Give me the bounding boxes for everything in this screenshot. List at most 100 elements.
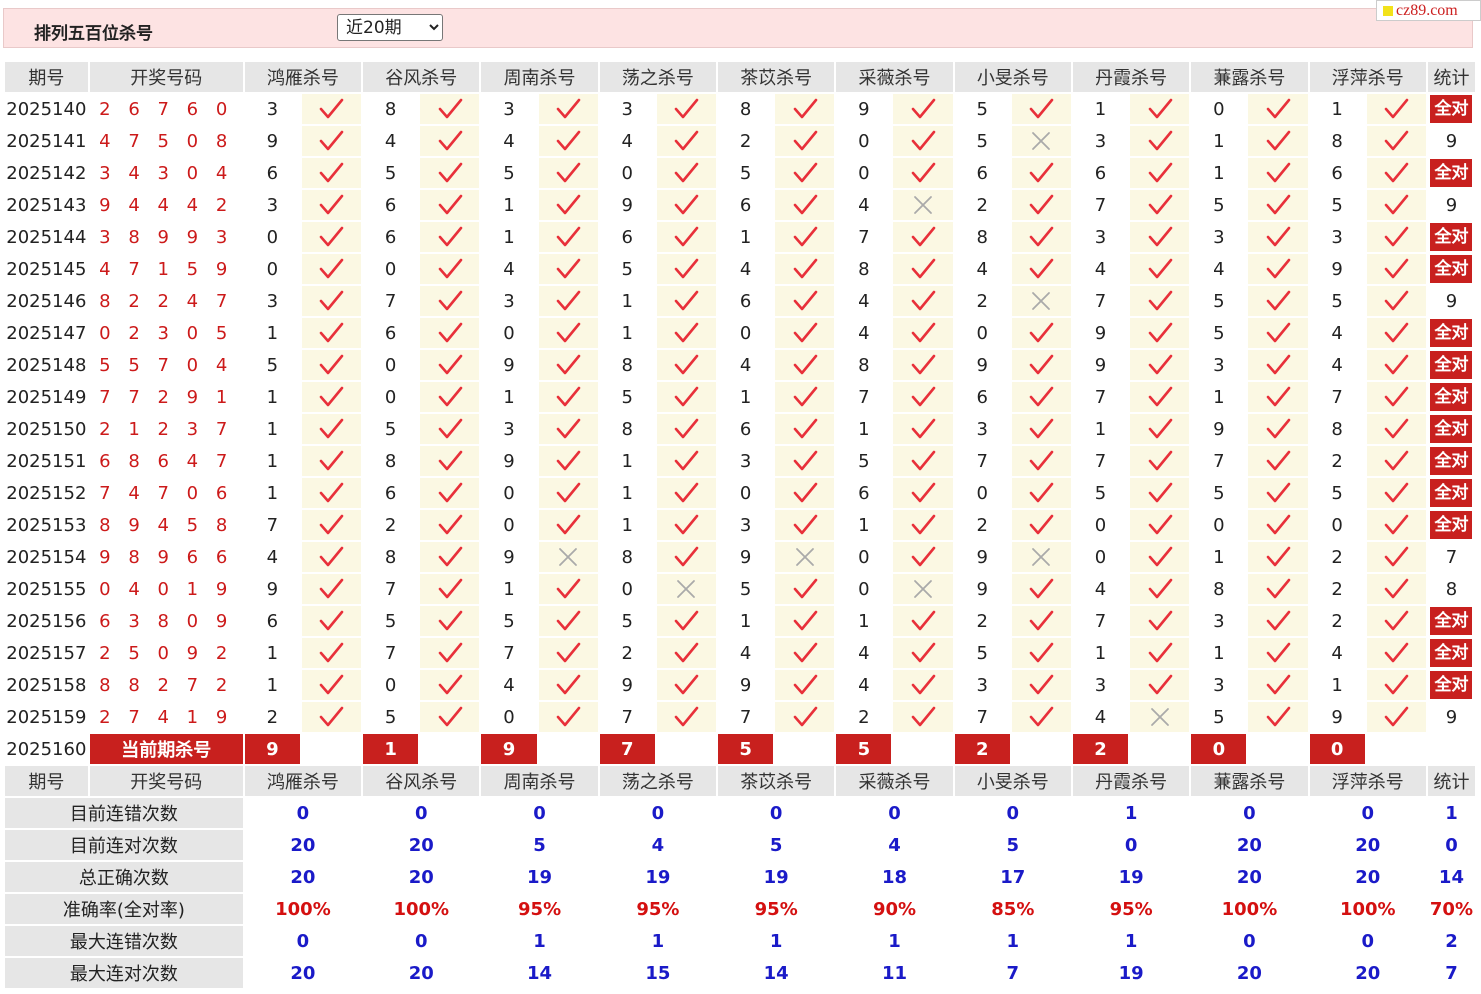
col-header-expert[interactable]: 鸿雁杀号 — [244, 62, 362, 92]
kill-number-cell: 0 — [954, 478, 1010, 508]
col-header-expert[interactable]: 小旻杀号 — [954, 766, 1071, 796]
table-row: 2025159 2 7 4 1 925077274599 — [5, 702, 1475, 732]
check-icon — [910, 514, 936, 535]
result-cell — [538, 190, 598, 220]
col-header-expert[interactable]: 周南杀号 — [481, 62, 598, 92]
kill-number-cell: 3 — [1309, 222, 1365, 252]
kill-number-table: 期号 开奖号码 鸿雁杀号 谷风杀号 周南杀号 荡之杀号 茶苡杀号 采薇杀号 小旻杀号 丹霞杀号 蒹露… — [3, 60, 1477, 990]
check-icon — [1265, 610, 1291, 631]
current-kill-number: 0 — [1309, 734, 1365, 764]
check-icon — [910, 674, 936, 695]
result-cell — [1366, 222, 1426, 252]
check-icon — [1147, 98, 1173, 119]
result-cell — [420, 478, 480, 508]
kill-number-cell: 5 — [1191, 286, 1247, 316]
kill-number-cell: 1 — [599, 478, 655, 508]
result-cell — [1248, 222, 1308, 252]
check-icon — [1265, 194, 1291, 215]
result-cell — [656, 254, 717, 284]
col-header-expert[interactable]: 浮萍杀号 — [1309, 766, 1426, 796]
col-header-expert[interactable]: 茶苡杀号 — [718, 62, 835, 92]
period-cell: 2025144 — [5, 222, 88, 252]
kill-number-cell: 7 — [1072, 190, 1129, 220]
kill-number-cell: 4 — [363, 126, 419, 156]
col-header-expert[interactable]: 丹霞杀号 — [1072, 766, 1190, 796]
result-cell — [538, 286, 598, 316]
kill-number-cell: 1 — [599, 318, 655, 348]
result-cell — [775, 670, 835, 700]
check-icon — [1383, 258, 1409, 279]
stat-count: 7 — [1445, 546, 1458, 568]
table-row: 2025146 8 2 2 4 737316427559 — [5, 286, 1475, 316]
kill-number-cell: 8 — [1309, 414, 1365, 444]
result-cell — [1248, 126, 1308, 156]
col-header-expert[interactable]: 荡之杀号 — [599, 766, 717, 796]
col-header-expert[interactable]: 茶苡杀号 — [718, 766, 835, 796]
result-cell — [1366, 94, 1426, 124]
check-icon — [1383, 162, 1409, 183]
result-cell — [1366, 542, 1426, 572]
kill-number-cell: 4 — [244, 542, 300, 572]
kill-number-cell: 0 — [599, 574, 655, 604]
kill-number-cell: 0 — [1191, 510, 1247, 540]
col-header-expert[interactable]: 谷风杀号 — [363, 62, 480, 92]
kill-number-cell: 1 — [481, 222, 537, 252]
kill-number-cell: 5 — [1191, 702, 1247, 732]
table-row: 2025144 3 8 9 9 3 0 6 1 6 1 7 8 3 3 3 全对 — [5, 222, 1475, 252]
col-header-expert[interactable]: 蒹露杀号 — [1191, 766, 1308, 796]
kill-number-cell: 1 — [718, 222, 774, 252]
check-icon — [1265, 258, 1291, 279]
col-header-expert[interactable]: 浮萍杀号 — [1309, 62, 1426, 92]
check-icon — [1028, 674, 1054, 695]
table-row: 2025156 6 3 8 0 9 6 5 5 5 1 1 2 7 3 2 全对 — [5, 606, 1475, 636]
col-header-expert[interactable]: 蒹露杀号 — [1191, 62, 1308, 92]
kill-number-cell: 5 — [363, 702, 419, 732]
result-cell — [893, 382, 953, 412]
kill-number-cell: 9 — [718, 542, 774, 572]
stat-cell: 7 — [1427, 542, 1475, 572]
col-header-expert[interactable]: 周南杀号 — [481, 766, 598, 796]
draw-number-cell: 9 8 9 6 6 — [89, 542, 243, 572]
result-cell — [893, 638, 953, 668]
summary-value: 100% — [1309, 894, 1426, 924]
kill-number-cell: 9 — [1309, 702, 1365, 732]
result-cell — [1248, 158, 1308, 188]
col-header-expert[interactable]: 鸿雁杀号 — [244, 766, 362, 796]
col-header-expert[interactable]: 采薇杀号 — [836, 62, 953, 92]
period-cell: 2025141 — [5, 126, 88, 156]
check-icon — [1147, 418, 1173, 439]
draw-number-cell: 9 4 4 4 2 — [89, 190, 243, 220]
col-header-expert[interactable]: 荡之杀号 — [599, 62, 717, 92]
brand-logo[interactable]: cz89.com — [1376, 0, 1481, 21]
col-header-expert[interactable]: 小旻杀号 — [954, 62, 1071, 92]
col-header-expert[interactable]: 采薇杀号 — [836, 766, 953, 796]
check-icon — [1383, 386, 1409, 407]
kill-number-cell: 4 — [1309, 350, 1365, 380]
kill-number-cell: 9 — [718, 670, 774, 700]
check-icon — [673, 418, 699, 439]
summary-row: 目前连对次数 20 20 5 4 5 4 5 0 20 20 0 — [5, 830, 1475, 860]
period-range-select[interactable]: 近20期 — [337, 14, 443, 41]
kill-number-cell: 3 — [1191, 350, 1247, 380]
result-cell — [1011, 158, 1071, 188]
result-cell — [1366, 350, 1426, 380]
check-icon — [1147, 546, 1173, 567]
table-row: 2025143 9 4 4 4 23 6 1 9 6 4 2 7 5 5 9 — [5, 190, 1475, 220]
check-icon — [792, 98, 818, 119]
draw-number-cell: 0 2 3 0 5 — [89, 318, 243, 348]
summary-row: 目前连错次数 0 0 0 0 0 0 0 1 0 0 1 — [5, 798, 1475, 828]
check-icon — [1265, 290, 1291, 311]
check-icon — [555, 290, 581, 311]
check-icon — [673, 450, 699, 471]
summary-label: 总正确次数 — [5, 862, 243, 892]
summary-label: 目前连对次数 — [5, 830, 243, 860]
result-cell — [893, 286, 953, 316]
check-icon — [673, 642, 699, 663]
col-header-expert[interactable]: 丹霞杀号 — [1072, 62, 1190, 92]
all-correct-badge: 全对 — [1430, 447, 1473, 475]
col-header-expert[interactable]: 谷风杀号 — [363, 766, 480, 796]
result-cell — [893, 542, 953, 572]
result-cell — [656, 286, 717, 316]
result-cell — [1366, 670, 1426, 700]
kill-number-cell: 8 — [363, 542, 419, 572]
